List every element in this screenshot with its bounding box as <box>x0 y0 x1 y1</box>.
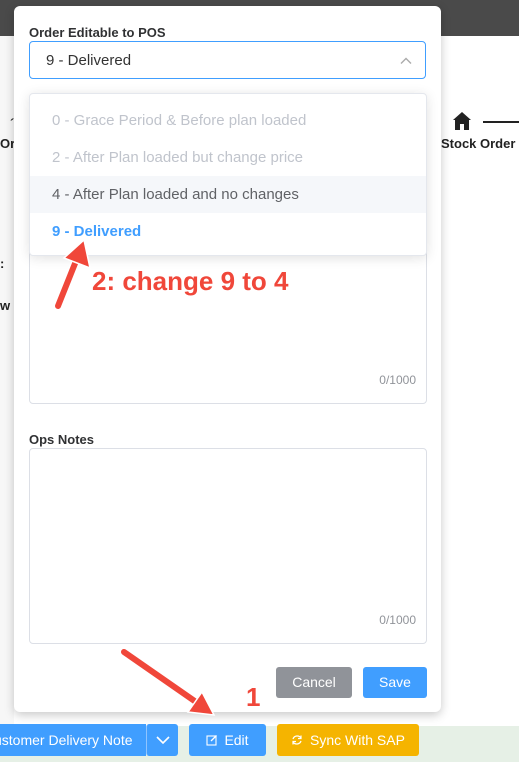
save-button[interactable]: Save <box>363 667 427 698</box>
cancel-button[interactable]: Cancel <box>276 667 352 698</box>
ops-notes-textarea[interactable]: 0/1000 <box>29 448 427 644</box>
select-value: 9 - Delivered <box>46 52 132 69</box>
chevron-down-icon <box>156 736 170 745</box>
timeline-connector <box>483 121 519 123</box>
option-2: 2 - After Plan loaded but change price <box>52 149 304 166</box>
home-icon <box>453 112 471 130</box>
background-text-fragment: Or <box>0 136 16 151</box>
notes-textarea[interactable]: 0/1000 <box>29 240 427 404</box>
option-0: 0 - Grace Period & Before plan loaded <box>52 112 307 129</box>
refresh-icon <box>292 735 302 745</box>
delivery-note-dropdown-button[interactable] <box>146 724 178 756</box>
order-editable-label: Order Editable to POS <box>29 25 166 40</box>
notes-char-counter: 0/1000 <box>379 373 416 387</box>
chevron-up-icon <box>400 57 412 64</box>
annotation-step-1: 1 <box>246 682 261 712</box>
sync-label: Sync With SAP <box>310 732 405 748</box>
select-dropdown: 0 - Grace Period & Before plan loaded 2 … <box>29 93 427 256</box>
ops-notes-label: Ops Notes <box>29 432 95 447</box>
order-editable-select[interactable]: 9 - Delivered <box>29 41 426 79</box>
sync-with-sap-button[interactable]: Sync With SAP <box>277 724 419 756</box>
background-text-fragment: w <box>0 298 11 313</box>
annotation-step-2: 2: change 9 to 4 <box>92 266 289 296</box>
customer-delivery-note-button[interactable]: ustomer Delivery Note <box>0 724 146 756</box>
option-4[interactable]: 4 - After Plan loaded and no changes <box>30 176 426 213</box>
edit-button[interactable]: Edit <box>189 724 266 756</box>
ops-notes-char-counter: 0/1000 <box>379 613 416 627</box>
option-9[interactable]: 9 - Delivered <box>30 213 426 250</box>
stock-order-label: Stock Order <box>441 136 516 151</box>
background-text-fragment: : <box>0 256 5 271</box>
customer-delivery-note-label: ustomer Delivery Note <box>0 732 133 748</box>
edit-label: Edit <box>224 732 249 748</box>
edit-icon <box>206 735 218 746</box>
